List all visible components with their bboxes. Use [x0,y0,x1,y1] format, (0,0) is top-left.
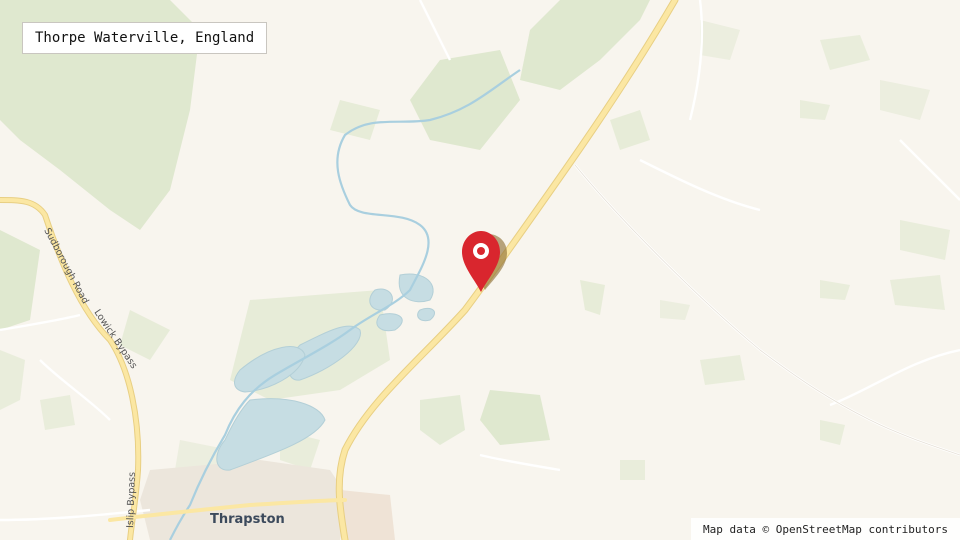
marker-dot [477,247,485,255]
attribution-text[interactable]: Map data © OpenStreetMap contributors [703,523,948,536]
location-title: Thorpe Waterville, England [35,30,255,46]
road-label-islip: Islip Bypass [125,472,138,528]
place-label-thrapston: Thrapston [210,512,285,527]
map-canvas[interactable]: Sudborough Road Lowick Bypass Islip Bypa… [0,0,960,540]
location-title-box: Thorpe Waterville, England [22,22,268,54]
map-attribution: Map data © OpenStreetMap contributors [690,518,960,540]
